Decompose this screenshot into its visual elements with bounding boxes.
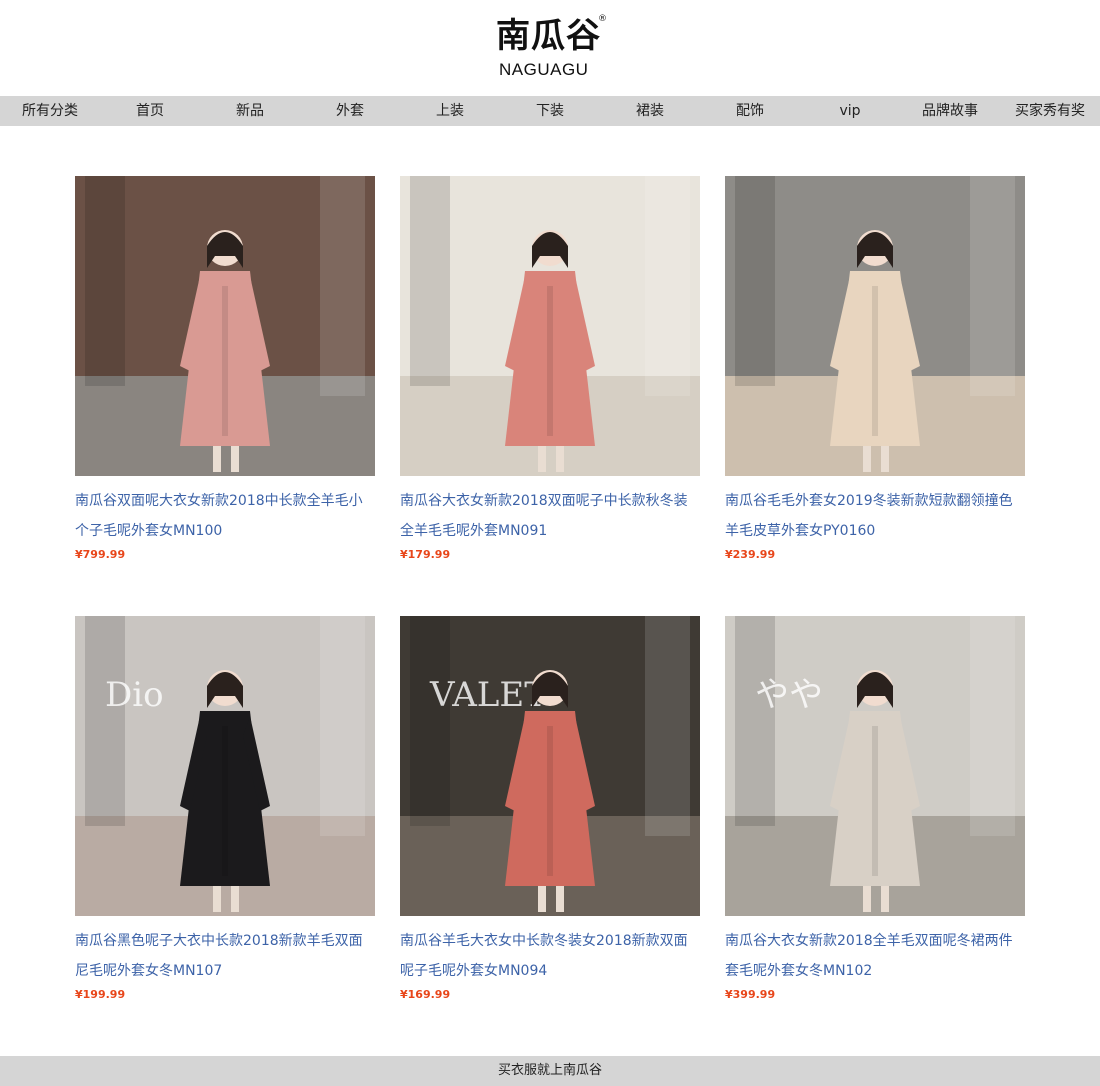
main-nav: 所有分类 首页 新品 外套 上装 下装 裙装 配饰 vip 品牌故事 买家秀有奖 [0, 96, 1100, 126]
product-photo [400, 176, 700, 476]
photo-sign-text: やや [755, 675, 823, 715]
photo-sign-text: Dio [105, 675, 164, 715]
nav-item-coats[interactable]: 外套 [300, 96, 400, 126]
product-card[interactable]: 南瓜谷大衣女新款2018双面呢子中长款秋冬装全羊毛毛呢外套MN091 ¥179.… [400, 176, 700, 563]
product-title[interactable]: 南瓜谷毛毛外套女2019冬装新款短款翻领撞色羊毛皮草外套女PY0160 [725, 486, 1025, 546]
brand-name-cn: 南瓜谷 [496, 16, 601, 56]
product-title[interactable]: 南瓜谷大衣女新款2018全羊毛双面呢冬裙两件套毛呢外套女冬MN102 [725, 926, 1025, 986]
product-photo: VALET [400, 616, 700, 916]
nav-item-vip[interactable]: vip [800, 96, 900, 126]
product-image[interactable]: Dio [75, 616, 375, 916]
nav-item-bottoms[interactable]: 下装 [500, 96, 600, 126]
product-price: ¥399.99 [725, 988, 776, 1001]
product-title[interactable]: 南瓜谷羊毛大衣女中长款冬装女2018新款双面呢子毛呢外套女MN094 [400, 926, 700, 986]
product-photo: Dio [75, 616, 375, 916]
product-image[interactable]: VALET [400, 616, 700, 916]
product-card[interactable]: Dio 南瓜谷黑色呢子大衣中长款2018新款羊毛双面尼毛呢外套女冬MN107 ¥… [75, 616, 375, 1003]
product-photo: やや [725, 616, 1025, 916]
product-card[interactable]: VALET 南瓜谷羊毛大衣女中长款冬装女2018新款双面呢子毛呢外套女MN094… [400, 616, 700, 1003]
footer-slogan: 买衣服就上南瓜谷 [0, 1056, 1100, 1086]
nav-item-skirts[interactable]: 裙装 [600, 96, 700, 126]
photo-sign-text: VALET [429, 675, 547, 715]
nav-item-accessories[interactable]: 配饰 [700, 96, 800, 126]
brand-name-en: NAGUAGU [499, 60, 589, 79]
product-price: ¥239.99 [725, 548, 776, 561]
product-price: ¥179.99 [400, 548, 451, 561]
registered-mark: ® [598, 14, 607, 24]
nav-item-new[interactable]: 新品 [200, 96, 300, 126]
header: 南瓜谷 ® NAGUAGU [0, 0, 1100, 96]
product-title[interactable]: 南瓜谷双面呢大衣女新款2018中长款全羊毛小个子毛呢外套女MN100 [75, 486, 375, 546]
product-image[interactable] [725, 176, 1025, 476]
brand-logo[interactable]: 南瓜谷 ® NAGUAGU [496, 14, 608, 82]
product-card[interactable]: やや 南瓜谷大衣女新款2018全羊毛双面呢冬裙两件套毛呢外套女冬MN102 ¥3… [725, 616, 1025, 1003]
product-title[interactable]: 南瓜谷大衣女新款2018双面呢子中长款秋冬装全羊毛毛呢外套MN091 [400, 486, 700, 546]
product-price: ¥169.99 [400, 988, 451, 1001]
product-image[interactable]: やや [725, 616, 1025, 916]
product-title[interactable]: 南瓜谷黑色呢子大衣中长款2018新款羊毛双面尼毛呢外套女冬MN107 [75, 926, 375, 986]
nav-item-tops[interactable]: 上装 [400, 96, 500, 126]
product-price: ¥799.99 [75, 548, 126, 561]
product-photo [725, 176, 1025, 476]
nav-item-brand-story[interactable]: 品牌故事 [900, 96, 1000, 126]
product-photo [75, 176, 375, 476]
product-price: ¥199.99 [75, 988, 126, 1001]
nav-item-all-categories[interactable]: 所有分类 [0, 96, 100, 126]
product-image[interactable] [400, 176, 700, 476]
product-card[interactable]: 南瓜谷双面呢大衣女新款2018中长款全羊毛小个子毛呢外套女MN100 ¥799.… [75, 176, 375, 563]
nav-item-home[interactable]: 首页 [100, 96, 200, 126]
product-image[interactable] [75, 176, 375, 476]
nav-item-buyer-show[interactable]: 买家秀有奖 [1000, 96, 1100, 126]
product-card[interactable]: 南瓜谷毛毛外套女2019冬装新款短款翻领撞色羊毛皮草外套女PY0160 ¥239… [725, 176, 1025, 563]
